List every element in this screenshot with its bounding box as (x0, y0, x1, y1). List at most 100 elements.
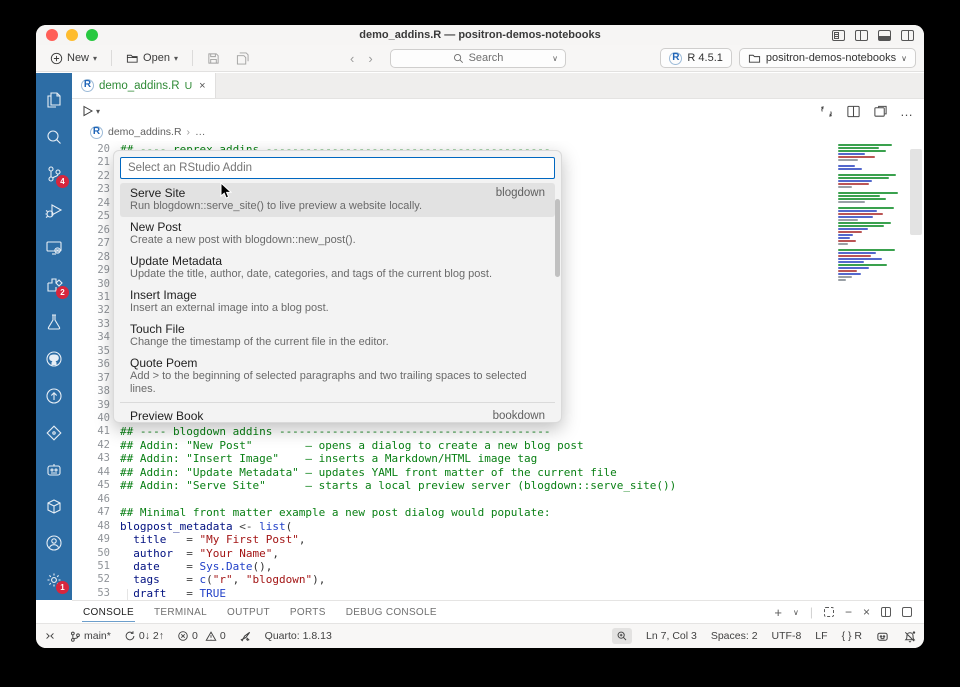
panel-layout-icon[interactable] (902, 607, 912, 617)
panel-tab-ports[interactable]: PORTS (289, 603, 327, 621)
code-text: ## Addin: "Update Metadata" – updates YA… (120, 465, 617, 479)
addin-title: Serve Site (130, 186, 186, 200)
monitor-session-icon (46, 240, 62, 255)
addin-item-new-post[interactable]: New Post Create a new post with blogdown:… (120, 217, 555, 251)
split-editor-icon[interactable] (846, 104, 861, 119)
chevron-down-icon[interactable]: ∨ (793, 608, 799, 617)
git-branch-icon (71, 631, 80, 642)
editor-scrollbar[interactable] (910, 149, 922, 235)
toggle-panel-icon[interactable] (878, 29, 891, 41)
sidebar-item-search[interactable] (36, 118, 72, 155)
sidebar-item-explorer[interactable] (36, 81, 72, 118)
account-button[interactable] (36, 524, 72, 561)
notifications-button[interactable] (903, 630, 916, 643)
workspace-button[interactable]: positron-demos-notebooks ∨ (738, 48, 916, 68)
sidebar-item-sessions[interactable] (36, 229, 72, 266)
sidebar-item-packages[interactable] (36, 488, 72, 525)
new-console-button[interactable]: + (774, 605, 782, 620)
code-text: tags = c("r", "blogdown"), (133, 573, 326, 587)
feedback-button[interactable] (876, 630, 889, 643)
search-input[interactable]: Search ∨ (390, 48, 566, 68)
minimap[interactable] (838, 141, 906, 282)
save-button[interactable] (201, 49, 226, 68)
settings-badge: 1 (56, 581, 69, 594)
sidebar-item-publish[interactable] (36, 377, 72, 414)
cursor-position-status[interactable]: Ln 7, Col 3 (646, 630, 697, 642)
save-all-button[interactable] (230, 49, 255, 68)
back-button[interactable]: ‹ (350, 51, 354, 66)
dock-panel-icon[interactable] (881, 607, 891, 617)
sidebar-item-run-debug[interactable] (36, 192, 72, 229)
close-panel-icon[interactable]: × (863, 605, 870, 619)
encoding-status[interactable]: UTF-8 (772, 630, 802, 642)
extensions-badge: 2 (56, 286, 69, 299)
addin-item-preview-book[interactable]: Preview BookRun bookdown::serve_book() t… (120, 406, 555, 422)
problems-status[interactable]: 0 0 (177, 630, 226, 642)
addin-item-quote-poem[interactable]: Quote Poem Add > to the beginning of sele… (120, 353, 555, 400)
new-button[interactable]: New ▾ (44, 49, 103, 68)
sidebar-item-github[interactable] (36, 340, 72, 377)
minimap-line (838, 243, 848, 245)
addin-description: Run blogdown::serve_site() to live previ… (130, 200, 423, 212)
minimap-line (838, 165, 855, 167)
sidebar-item-source-control[interactable]: 4 (36, 155, 72, 192)
settings-button[interactable]: 1 (36, 561, 72, 598)
launcher-status[interactable] (239, 630, 252, 643)
remote-indicator[interactable] (44, 630, 56, 642)
dropdown-scrollbar[interactable] (555, 199, 560, 277)
line-number: 30 (97, 277, 110, 290)
minimize-panel-icon[interactable]: − (845, 605, 852, 619)
addin-item-insert-image[interactable]: Insert Image Insert an external image int… (120, 285, 555, 319)
minimap-line (838, 180, 872, 182)
files-icon (47, 91, 61, 108)
run-file-button[interactable]: ▾ (80, 104, 100, 118)
forward-button[interactable]: › (368, 51, 372, 66)
line-number: 29 (97, 264, 110, 277)
account-icon (46, 534, 62, 551)
panel-tab-output[interactable]: OUTPUT (226, 603, 271, 621)
close-tab-icon[interactable]: × (199, 80, 205, 92)
eol-status[interactable]: LF (815, 630, 827, 642)
compare-changes-icon[interactable] (819, 104, 834, 119)
line-number: 33 (97, 317, 110, 330)
breadcrumb[interactable]: R demo_addins.R › … (72, 123, 924, 141)
addin-item-serve-site[interactable]: Serve Site Run blogdown::serve_site() to … (120, 183, 555, 217)
panel-tab-debug-console[interactable]: DEBUG CONSOLE (345, 603, 438, 621)
divider (120, 402, 555, 403)
sidebar-item-testing[interactable] (36, 303, 72, 340)
open-in-new-window-icon[interactable] (873, 104, 888, 119)
quarto-status[interactable]: Quarto: 1.8.13 (265, 630, 332, 642)
minimap-line (838, 195, 881, 197)
line-number: 27 (97, 237, 110, 250)
addin-item-touch-file[interactable]: Touch File Change the timestamp of the cu… (120, 319, 555, 353)
addin-item-update-metadata[interactable]: Update Metadata Update the title, author,… (120, 251, 555, 285)
rocket-icon (240, 631, 250, 642)
language-mode-status[interactable]: { } R (842, 630, 862, 642)
maximize-panel-icon[interactable] (823, 607, 834, 617)
plus-circle-icon (50, 52, 63, 64)
git-branch-status[interactable]: main* (69, 630, 111, 643)
save-all-icon (236, 51, 249, 65)
more-actions-icon[interactable]: … (900, 104, 914, 119)
panel-tab-terminal[interactable]: TERMINAL (153, 603, 208, 621)
addin-search-input[interactable] (120, 157, 555, 179)
line-number: 34 (97, 331, 110, 344)
line-number: 52 (97, 573, 110, 586)
open-button[interactable]: Open ▾ (120, 49, 184, 68)
toggle-sidebar-icon[interactable] (855, 29, 868, 41)
indentation-status[interactable]: Spaces: 2 (711, 630, 758, 642)
sidebar-item-gem[interactable] (36, 414, 72, 451)
toggle-secondary-sidebar-icon[interactable] (901, 29, 914, 41)
sidebar-item-extensions[interactable]: 2 (36, 266, 72, 303)
minimap-line (838, 201, 866, 203)
tab-demo-addins[interactable]: R demo_addins.R U × (72, 73, 216, 98)
code-editor[interactable]: 1920## ---- reprex addins --------------… (72, 141, 924, 600)
customize-layout-icon[interactable] (832, 29, 845, 41)
panel-tab-console[interactable]: CONSOLE (82, 603, 136, 622)
sidebar-item-assistant[interactable] (36, 451, 72, 488)
r-file-icon: R (90, 125, 103, 139)
zoom-button[interactable] (612, 628, 633, 644)
git-sync-status[interactable]: 0↓ 2↑ (124, 630, 164, 642)
addin-title: Update Metadata (130, 254, 223, 268)
r-interpreter-button[interactable]: R R 4.5.1 (660, 48, 732, 68)
